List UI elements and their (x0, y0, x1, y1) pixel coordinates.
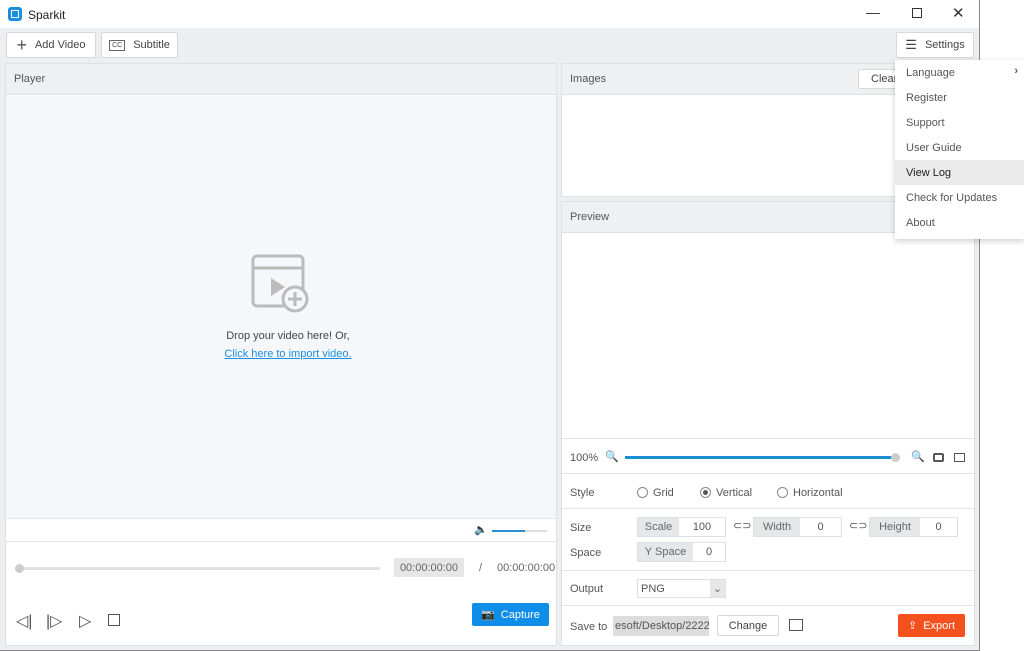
style-horizontal-radio[interactable]: Horizontal (777, 487, 843, 499)
menu-item-support[interactable]: Support (895, 110, 1024, 135)
play-icon[interactable]: ▷ (79, 611, 91, 631)
app-logo-icon (8, 7, 22, 21)
add-video-button[interactable]: + Add Video (6, 32, 96, 58)
volume-slider[interactable] (492, 530, 547, 532)
plus-icon: + (16, 34, 27, 55)
actual-size-icon[interactable] (954, 453, 965, 462)
maximize-button[interactable] (912, 8, 922, 18)
upload-icon: ⇪ (907, 620, 918, 632)
menu-item-view-log[interactable]: View Log (895, 160, 1024, 185)
capture-button[interactable]: 📷 Capture (472, 603, 549, 626)
export-button[interactable]: ⇪ Export (898, 614, 965, 637)
chevron-down-icon: ⌄ (710, 580, 725, 597)
menu-item-user-guide[interactable]: User Guide (895, 135, 1024, 160)
prev-frame-icon[interactable]: ◁| (16, 611, 32, 631)
zoom-row: 100% 🔍 🔍 (562, 438, 974, 473)
sliders-icon: ☰ (905, 37, 917, 52)
size-label: Size (570, 522, 592, 534)
drop-zone[interactable]: Drop your video here! Or, Click here to … (6, 96, 556, 518)
output-format-select[interactable]: PNG ⌄ (637, 579, 726, 598)
volume-row: 🔈 (6, 518, 556, 542)
next-frame-icon[interactable]: |▷ (46, 611, 62, 631)
link-icon[interactable]: ⊂⊃ (849, 519, 867, 532)
current-time: 00:00:00:00 (394, 558, 464, 577)
style-grid-radio[interactable]: Grid (637, 487, 674, 499)
menu-item-language[interactable]: Language › (895, 60, 1024, 85)
size-row: Size Scale 100 ⊂⊃ Width 0 ⊂⊃ Height 0 Space… (562, 508, 974, 570)
output-row: Output PNG ⌄ (562, 570, 974, 605)
style-row: Style Grid Vertical Horizontal (562, 473, 974, 508)
seek-slider[interactable] (15, 564, 380, 573)
folder-icon[interactable] (789, 619, 803, 631)
menu-item-check-updates[interactable]: Check for Updates (895, 185, 1024, 210)
volume-icon[interactable]: 🔈 (474, 523, 488, 536)
scale-field[interactable]: Scale 100 (637, 517, 726, 537)
link-icon[interactable]: ⊂⊃ (733, 519, 751, 532)
change-button[interactable]: Change (717, 615, 779, 636)
player-title: Player (6, 64, 556, 95)
video-add-icon (251, 254, 309, 313)
app-title: Sparkit (28, 8, 66, 22)
save-label: Save to (570, 621, 608, 633)
cc-icon: CC (109, 39, 126, 51)
space-label: Space (570, 547, 602, 559)
menu-item-register[interactable]: Register (895, 85, 1024, 110)
total-time: 00:00:00:00 (497, 562, 556, 574)
style-vertical-radio[interactable]: Vertical (700, 487, 752, 499)
camera-icon: 📷 (481, 609, 495, 621)
style-label: Style (570, 487, 595, 499)
settings-menu: Language › Register Support User Guide Vi… (895, 60, 1024, 239)
close-button[interactable]: ✕ (952, 4, 965, 22)
y-space-field[interactable]: Y Space 0 (637, 542, 726, 562)
minimize-button[interactable]: — (866, 4, 880, 20)
menu-item-about[interactable]: About (895, 210, 1024, 235)
zoom-in-icon[interactable]: 🔍 (911, 450, 925, 463)
subtitle-button[interactable]: CC Subtitle (101, 32, 178, 58)
drop-text: Drop your video here! Or, (226, 330, 350, 342)
chevron-right-icon: › (1014, 65, 1018, 77)
settings-button[interactable]: ☰ Settings (896, 32, 974, 58)
fit-icon[interactable] (933, 453, 944, 462)
zoom-slider[interactable] (625, 453, 900, 462)
width-field[interactable]: Width 0 (753, 517, 842, 537)
height-field[interactable]: Height 0 (869, 517, 958, 537)
zoom-level: 100% (570, 452, 599, 464)
player-panel: Player Drop your video here! Or, Click h… (5, 63, 557, 646)
stop-icon[interactable] (108, 614, 120, 626)
save-row: Save to esoft/Desktop/2222 Change ⇪ Expor… (562, 605, 974, 645)
zoom-out-icon[interactable]: 🔍 (605, 450, 619, 463)
save-path: esoft/Desktop/2222 (613, 616, 709, 636)
title-bar: Sparkit — ✕ (0, 0, 979, 28)
output-label: Output (570, 583, 604, 595)
time-separator: / (479, 562, 483, 574)
import-link[interactable]: Click here to import video. (6, 348, 570, 360)
